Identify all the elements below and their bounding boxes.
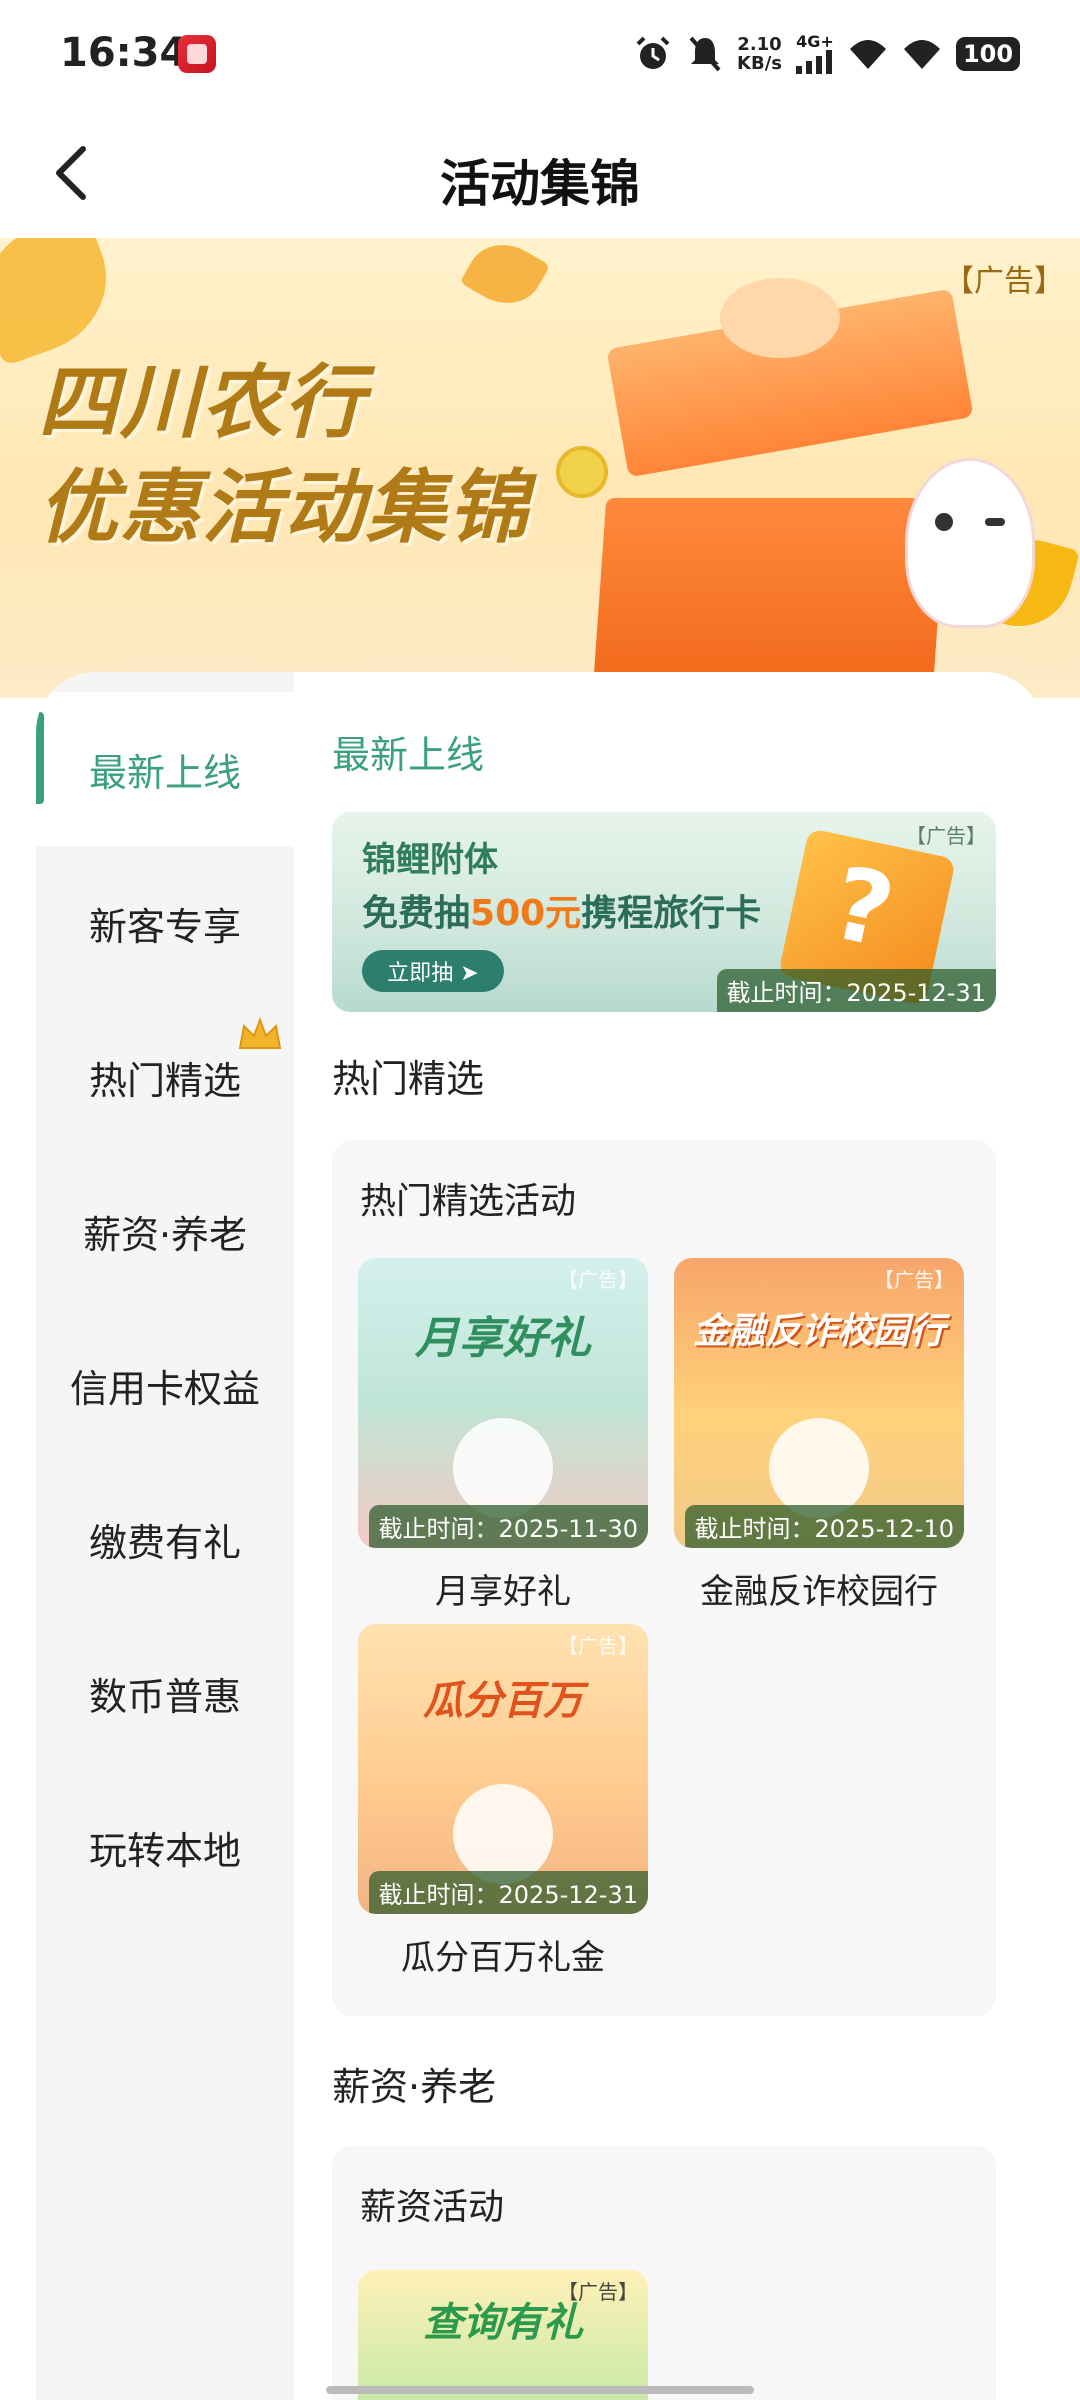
promo-ad-tag: 【广告】 xyxy=(906,824,986,848)
section-title-salary-pension: 薪资·养老 xyxy=(332,2065,497,2109)
banner-title-line2: 优惠活动集锦 xyxy=(38,461,530,554)
mascot-eye xyxy=(985,518,1005,526)
sidebar-item-label: 数币普惠 xyxy=(88,1674,241,1719)
status-bar: 16:34 2.10 KB/s 4G+ 100 xyxy=(0,0,1080,108)
sidebar-item-salary-pension[interactable]: 薪资·养老 xyxy=(36,1154,294,1308)
maple-leaf-decoration xyxy=(459,238,551,318)
sidebar-item-new-customer[interactable]: 新客专享 xyxy=(36,846,294,1000)
mute-bell-icon xyxy=(689,36,721,72)
tile-label: 月享好礼 xyxy=(435,1572,571,1612)
wifi-icon xyxy=(850,40,886,69)
sidebar-item-label: 新客专享 xyxy=(88,904,241,949)
activity-tile-payslip-query[interactable]: 查询有礼 【广告】 xyxy=(358,2270,648,2400)
coin-icon xyxy=(556,446,608,498)
activity-tile-monthly-gift[interactable]: 月享好礼 【广告】 截止时间：2025-11-30 月享好礼 xyxy=(358,1258,648,1613)
alarm-icon xyxy=(636,36,670,69)
tile-ad-tag: 【广告】 xyxy=(558,2280,638,2304)
sidebar-item-label: 最新上线 xyxy=(88,750,241,795)
page-title: 活动集锦 xyxy=(440,155,640,213)
draw-now-button[interactable]: 立即抽 ➤ xyxy=(362,950,504,992)
category-sidebar: 最新上线 新客专享 热门精选 薪资·养老 信用卡权益 缴费有礼 数币普惠 玩转本… xyxy=(36,672,294,2400)
promo-banner-koi-draw[interactable]: 锦鲤附体 免费抽500元携程旅行卡 立即抽 ➤ 【广告】 截止时间：2025-1… xyxy=(332,812,996,1012)
signal-bars-icon xyxy=(796,50,832,74)
hot-activities-panel: 热门精选活动 月享好礼 【广告】 截止时间：2025-11-30 月享好礼 金融… xyxy=(332,1140,996,2016)
mascot-illustration xyxy=(905,458,1035,628)
gift-bow-illustration xyxy=(720,278,840,358)
activity-tile-image: 月享好礼 【广告】 截止时间：2025-11-30 xyxy=(358,1258,648,1548)
tile-headline: 金融反诈校园行 xyxy=(692,1311,945,1352)
crown-icon xyxy=(238,1017,282,1049)
sidebar-item-credit-card[interactable]: 信用卡权益 xyxy=(36,1308,294,1462)
tile-headline: 瓜分百万 xyxy=(423,1678,583,1724)
battery-indicator: 100 xyxy=(956,37,1020,71)
sidebar-item-label: 信用卡权益 xyxy=(69,1366,260,1411)
deadline-label: 截止时间：2025-12-31 xyxy=(368,1871,648,1914)
tile-headline: 月享好礼 xyxy=(415,1313,591,1364)
content-card: 最新上线 新客专享 热门精选 薪资·养老 信用卡权益 缴费有礼 数币普惠 玩转本… xyxy=(36,672,1044,2400)
panel-title-salary: 薪资活动 xyxy=(360,2187,505,2228)
mascot-illustration xyxy=(453,1784,553,1884)
sidebar-item-local[interactable]: 玩转本地 xyxy=(36,1770,294,1924)
network-speed: 2.10 KB/s xyxy=(737,34,782,74)
activity-tile-million-bonus[interactable]: 瓜分百万 【广告】 截止时间：2025-12-31 瓜分百万礼金 xyxy=(358,1624,648,1979)
sidebar-item-latest[interactable]: 最新上线 xyxy=(36,692,294,846)
deadline-label: 截止时间：2025-12-10 xyxy=(684,1505,964,1548)
cellular-signal: 4G+ xyxy=(796,34,834,74)
activity-tile-image: 金融反诈校园行 【广告】 截止时间：2025-12-10 xyxy=(674,1258,964,1548)
tile-ad-tag: 【广告】 xyxy=(558,1634,638,1658)
mascot-illustration xyxy=(453,1418,553,1518)
banner-ad-tag: 【广告】 xyxy=(944,264,1064,299)
activity-collection-page: 16:34 2.10 KB/s 4G+ 100 活动集锦 四川农行 优惠活动集锦… xyxy=(0,0,1080,2400)
deadline-label: 截止时间：2025-12-31 xyxy=(716,969,996,1012)
status-icons: 2.10 KB/s 4G+ 100 xyxy=(633,30,1020,78)
section-title-latest: 最新上线 xyxy=(332,733,485,777)
wifi-secondary-icon xyxy=(904,40,940,69)
sidebar-item-bill-payment[interactable]: 缴费有礼 xyxy=(36,1462,294,1616)
tile-label: 瓜分百万礼金 xyxy=(401,1938,605,1978)
sidebar-item-digital-currency[interactable]: 数币普惠 xyxy=(36,1616,294,1770)
promo-line1: 锦鲤附体 xyxy=(362,840,498,880)
sidebar-item-label: 缴费有礼 xyxy=(88,1520,241,1565)
sidebar-item-hot[interactable]: 热门精选 xyxy=(36,1000,294,1154)
tile-ad-tag: 【广告】 xyxy=(558,1268,638,1292)
gift-box-illustration xyxy=(593,498,947,678)
tile-ad-tag: 【广告】 xyxy=(874,1268,954,1292)
status-time: 16:34 xyxy=(60,30,188,76)
hero-banner[interactable]: 四川农行 优惠活动集锦 【广告】 xyxy=(0,238,1080,698)
activity-tile-image: 查询有礼 【广告】 xyxy=(358,2270,648,2400)
activity-tile-image: 瓜分百万 【广告】 截止时间：2025-12-31 xyxy=(358,1624,648,1914)
sidebar-item-label: 薪资·养老 xyxy=(82,1212,248,1257)
sidebar-item-label: 热门精选 xyxy=(88,1058,241,1103)
sidebar-item-label: 玩转本地 xyxy=(88,1828,241,1873)
activity-tile-anti-fraud-campus[interactable]: 金融反诈校园行 【广告】 截止时间：2025-12-10 金融反诈校园行 xyxy=(674,1258,964,1613)
panel-title-hot: 热门精选活动 xyxy=(360,1181,577,1222)
bank-app-notification-icon xyxy=(178,35,216,73)
deadline-label: 截止时间：2025-11-30 xyxy=(368,1505,648,1548)
promo-line2: 免费抽500元携程旅行卡 xyxy=(362,893,762,934)
app-header: 活动集锦 xyxy=(0,108,1080,238)
activity-list: 最新上线 锦鲤附体 免费抽500元携程旅行卡 立即抽 ➤ 【广告】 截止时间：2… xyxy=(294,672,1044,2400)
home-indicator[interactable] xyxy=(326,2386,754,2394)
banner-title-line1: 四川农行 xyxy=(38,356,366,449)
salary-activities-panel: 薪资活动 查询有礼 【广告】 xyxy=(332,2146,996,2400)
mascot-eye xyxy=(935,513,953,531)
tile-label: 金融反诈校园行 xyxy=(700,1572,938,1612)
mascot-illustration xyxy=(769,1418,869,1518)
section-title-hot: 热门精选 xyxy=(332,1057,485,1101)
